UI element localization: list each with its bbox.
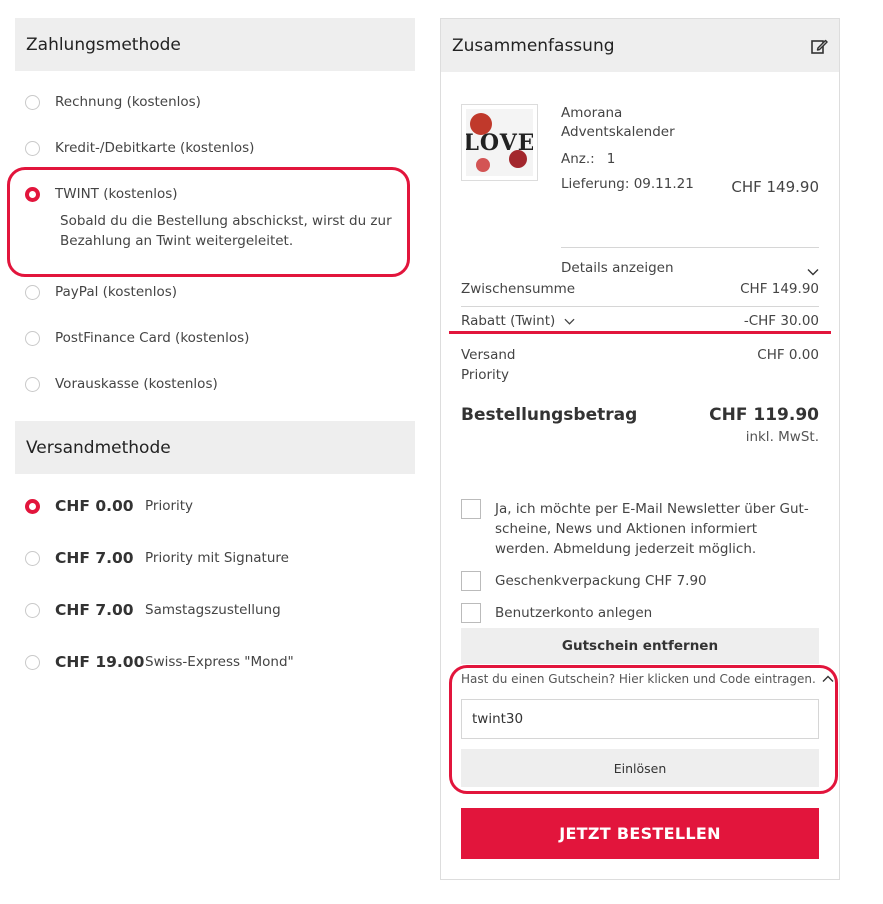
payment-option-label: PostFinance Card (kostenlos) [55,330,250,346]
discount-row: Rabatt (Twint) -CHF 30.00 [461,311,819,345]
shipping-price: CHF 7.00 [55,601,134,619]
payment-option-label: Kredit-/Debitkarte (kostenlos) [55,140,255,156]
summary-header: Zusammenfassung [441,19,839,72]
chevron-down-icon [807,269,819,276]
shipping-label: Versand Priority [461,345,515,385]
payment-option-invoice[interactable]: Rechnung (kostenlos) [15,79,415,125]
radio-checked-icon[interactable] [25,498,40,514]
shipping-name: Samstagszustellung [145,602,281,618]
product-image-text: LOVE [466,129,533,156]
product-quantity: Anz.: 1 [561,151,819,167]
product-title: Adventskalender [561,124,675,140]
voucher-hint-text: Hast du einen Gutschein? Hier klicken un… [461,672,816,686]
shipping-option-signature[interactable]: CHF 7.00 Priority mit Signature [15,532,415,584]
shipping-option-express[interactable]: CHF 19.00 Swiss-Express "Mond" [15,636,415,688]
chevron-down-icon [564,318,575,325]
payment-option-label: Rechnung (kostenlos) [55,94,201,110]
remove-voucher-button[interactable]: Gutschein entfernen [461,628,819,664]
giftwrap-text: Geschenkverpackung CHF 7.90 [495,573,707,589]
details-label: Details anzeigen [561,260,674,276]
subtotal-value: CHF 149.90 [740,281,819,297]
total-value: CHF 119.90 [709,405,819,425]
details-toggle[interactable]: Details anzeigen [561,247,819,278]
radio-unchecked-icon[interactable] [25,602,40,618]
giftwrap-option[interactable]: Geschenkverpackung CHF 7.90 [461,571,819,591]
edit-icon[interactable] [810,37,828,55]
shipping-cost: CHF 0.00 [757,347,819,363]
shipping-row: Versand Priority CHF 0.00 [461,345,819,385]
order-summary-panel: Zusammenfassung LOVE Amorana Adventskale… [440,18,840,880]
radio-unchecked-icon[interactable] [25,140,40,156]
radio-checked-icon[interactable] [25,186,40,202]
payment-option-card[interactable]: Kredit-/Debitkarte (kostenlos) [15,125,415,171]
shipping-price: CHF 19.00 [55,653,145,671]
payment-option-prepayment[interactable]: Vorauskasse (kostenlos) [15,361,415,407]
chevron-up-icon [822,675,834,682]
account-text: Benutzerkonto anlegen [495,605,653,621]
shipping-name: Priority mit Signature [145,550,289,566]
shipping-method-text: Priority [461,367,510,383]
radio-unchecked-icon[interactable] [25,330,40,346]
product-brand: Amorana [561,105,623,121]
shipping-name: Priority [145,498,194,514]
totals: Zwischensumme CHF 149.90 Rabatt (Twint) … [449,281,831,385]
shipping-price: CHF 0.00 [55,497,134,515]
place-order-button[interactable]: JETZT BESTELLEN [461,808,819,859]
newsletter-option[interactable]: Ja, ich möchte per E-Mail Newsletter übe… [461,499,819,559]
account-checkbox[interactable] [461,603,481,623]
highlight-annotation [7,167,410,277]
discount-toggle[interactable]: Rabatt (Twint) [461,313,575,345]
tax-note: inkl. MwSt. [745,429,819,445]
shipping-label-text: Versand [461,347,516,363]
grand-total: Bestellungsbetrag CHF 119.90 inkl. MwSt. [461,405,819,445]
left-column: Zahlungsmethode Rechnung (kostenlos) Kre… [7,18,415,688]
shipping-section-title: Versandmethode [15,421,415,474]
quantity-label: Anz.: [561,151,595,167]
product-name: Amorana Adventskalender [561,104,691,142]
account-option[interactable]: Benutzerkonto anlegen [461,603,819,623]
payment-option-label: Vorauskasse (kostenlos) [55,376,218,392]
product-image: LOVE [461,104,538,181]
quantity-value: 1 [606,151,616,167]
underline-annotation [449,331,831,334]
radio-unchecked-icon[interactable] [25,550,40,566]
product-price: CHF 149.90 [731,178,819,196]
payment-options: Rechnung (kostenlos) Kredit-/Debitkarte … [7,71,415,407]
payment-section-title: Zahlungsmethode [15,18,415,71]
giftwrap-checkbox[interactable] [461,571,481,591]
newsletter-text: Ja, ich möchte per E-Mail Newsletter übe… [495,501,809,557]
shipping-name: Swiss-Express "Mond" [145,654,294,670]
subtotal-label: Zwischensumme [461,281,576,297]
cart-item: LOVE Amorana Adventskalender Anz.: 1 Lief… [441,72,839,308]
redeem-button[interactable]: Einlösen [461,749,819,787]
newsletter-checkbox[interactable] [461,499,481,519]
shipping-options: CHF 0.00 Priority CHF 7.00 Priority mit … [15,474,415,688]
checkout-options: Ja, ich möchte per E-Mail Newsletter übe… [461,499,819,635]
voucher-code-input[interactable] [461,699,819,739]
payment-option-postfinance[interactable]: PostFinance Card (kostenlos) [15,315,415,361]
voucher-toggle[interactable]: Hast du einen Gutschein? Hier klicken un… [461,672,834,686]
radio-unchecked-icon[interactable] [25,94,40,110]
shipping-option-priority[interactable]: CHF 0.00 Priority [15,480,415,532]
radio-unchecked-icon[interactable] [25,654,40,670]
radio-unchecked-icon[interactable] [25,376,40,392]
discount-value: -CHF 30.00 [743,313,819,329]
discount-label: Rabatt (Twint) [461,313,556,329]
subtotal-row: Zwischensumme CHF 149.90 [461,281,819,311]
summary-title: Zusammenfassung [452,35,615,56]
payment-option-label: PayPal (kostenlos) [55,284,178,300]
shipping-option-saturday[interactable]: CHF 7.00 Samstagszustellung [15,584,415,636]
radio-unchecked-icon[interactable] [25,284,40,300]
payment-option-twint[interactable]: TWINT (kostenlos) Sobald du die Bestellu… [7,167,415,277]
total-label: Bestellungsbetrag [461,405,638,425]
shipping-price: CHF 7.00 [55,549,134,567]
